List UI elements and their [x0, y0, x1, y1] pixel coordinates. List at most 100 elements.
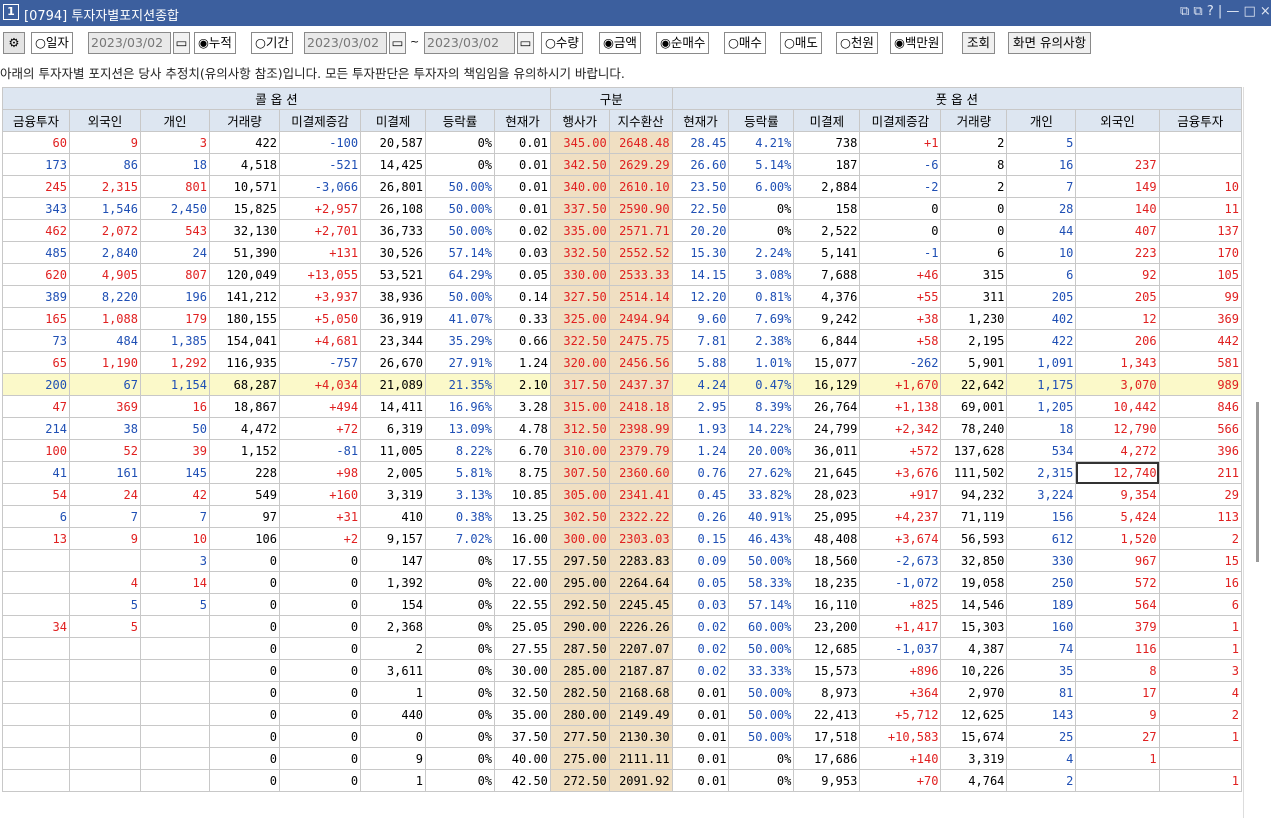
- column-header[interactable]: 금융투자: [2, 109, 70, 132]
- radio-million-won[interactable]: ◉백만원: [890, 32, 944, 54]
- window-controls[interactable]: ⧉ ⧉ ? | — □ ×: [1180, 4, 1271, 19]
- radio-cumulative[interactable]: ◉누적: [194, 32, 236, 54]
- column-header[interactable]: 미결제: [793, 109, 861, 132]
- table-row[interactable]: 6 7 7 97 +31 410 0.38% 13.25 302.50 2322.22 0.26 40…: [2, 505, 1242, 528]
- table-cell: +1,417: [859, 615, 942, 638]
- table-row[interactable]: 0 0 3,611 0% 30.00 285.00 2187.87 0.02 33.33% 15,…: [2, 659, 1242, 682]
- table-row[interactable]: 343 1,546 2,450 15,825 +2,957 26,108 50.00% 0.0…: [2, 197, 1242, 220]
- table-row[interactable]: 65 1,190 1,292 116,935 -757 26,670 27.91% 1.24 3…: [2, 351, 1242, 374]
- table-cell: 0: [278, 593, 362, 616]
- radio-amount[interactable]: ◉금액: [599, 32, 641, 54]
- table-row[interactable]: 100 52 39 1,152 -81 11,005 8.22% 6.70 310.00 2379…: [2, 439, 1242, 462]
- table-cell: 161: [68, 461, 141, 484]
- radio-net-buy[interactable]: ◉순매수: [656, 32, 710, 54]
- table-row[interactable]: 0 0 0 0% 37.50 277.50 2130.30 0.01 50.00% 17,518 +…: [2, 725, 1242, 748]
- table-cell: +55: [859, 285, 942, 308]
- table-row[interactable]: 54 24 42 549 +160 3,319 3.13% 10.85 305.00 2341.4…: [2, 483, 1242, 506]
- table-row[interactable]: 0 0 1 0% 32.50 282.50 2168.68 0.01 50.00% 8,973 +3…: [2, 681, 1242, 704]
- table-row[interactable]: 47 369 16 18,867 +494 14,411 16.96% 3.28 315.00 2…: [2, 395, 1242, 418]
- calendar-icon[interactable]: ▭: [517, 32, 534, 54]
- table-cell: 8: [1075, 659, 1160, 682]
- column-header[interactable]: 거래량: [208, 109, 280, 132]
- table-row[interactable]: 4 14 0 0 1,392 0% 22.00 295.00 2264.64 0.05 58.33%…: [2, 571, 1242, 594]
- radio-quantity[interactable]: ○수량: [541, 32, 583, 54]
- table-cell: 20,587: [360, 131, 427, 154]
- table-cell: 285.00: [549, 659, 610, 682]
- table-cell: 160: [1006, 615, 1077, 638]
- table-cell: 4,518: [208, 153, 280, 176]
- column-header[interactable]: 개인: [139, 109, 210, 132]
- table-row[interactable]: 485 2,840 24 51,390 +131 30,526 57.14% 0.03 332.…: [2, 241, 1242, 264]
- table-cell: 0%: [728, 769, 795, 792]
- column-header[interactable]: 등락률: [728, 109, 795, 132]
- scrollbar-thumb[interactable]: [1256, 402, 1259, 562]
- screen-notice-button[interactable]: 화면 유의사항: [1008, 32, 1091, 54]
- table-row[interactable]: 73 484 1,385 154,041 +4,681 23,344 35.29% 0.66 3…: [2, 329, 1242, 352]
- table-cell: 35.29%: [425, 329, 496, 352]
- table-cell: 0.03: [671, 593, 730, 616]
- table-cell: 16: [139, 395, 210, 418]
- table-row[interactable]: 60 9 3 422 -100 20,587 0% 0.01 345.00 2648.48 28.4…: [2, 131, 1242, 154]
- table-cell: 12,685: [793, 637, 861, 660]
- radio-buy[interactable]: ○매수: [724, 32, 766, 54]
- column-header[interactable]: 등락률: [425, 109, 496, 132]
- column-header[interactable]: 거래량: [940, 109, 1008, 132]
- column-header[interactable]: 외국인: [68, 109, 141, 132]
- table-cell: 6,844: [793, 329, 861, 352]
- table-row[interactable]: 165 1,088 179 180,155 +5,050 36,919 41.07% 0.33…: [2, 307, 1242, 330]
- radio-period[interactable]: ○기간: [251, 32, 293, 54]
- column-header[interactable]: 개인: [1006, 109, 1077, 132]
- date-single-input[interactable]: 2023/03/02: [88, 32, 171, 54]
- radio-sell[interactable]: ○매도: [780, 32, 822, 54]
- position-grid: 콜 옵 션 구분 풋 옵 션 금융투자 외국인 개인 거래량 미결제증감 미결제 등락률 현재…: [2, 87, 1242, 818]
- table-cell: 4,905: [68, 263, 141, 286]
- radio-date-single[interactable]: ○일자: [31, 32, 73, 54]
- date-from-input[interactable]: 2023/03/02: [304, 32, 387, 54]
- table-cell: 187: [793, 153, 861, 176]
- table-cell: 0: [278, 615, 362, 638]
- table-row[interactable]: 173 86 18 4,518 -521 14,425 0% 0.01 342.50 2629.2…: [2, 153, 1242, 176]
- radio-thousand-won[interactable]: ○천원: [836, 32, 878, 54]
- table-row[interactable]: 3 0 0 147 0% 17.55 297.50 2283.83 0.09 50.00% 18,5…: [2, 549, 1242, 572]
- calendar-icon[interactable]: ▭: [389, 32, 406, 54]
- table-row[interactable]: 214 38 50 4,472 +72 6,319 13.09% 4.78 312.50 2398…: [2, 417, 1242, 440]
- column-header[interactable]: 현재가: [494, 109, 551, 132]
- column-header[interactable]: 미결제: [360, 109, 427, 132]
- vertical-scrollbar[interactable]: [1243, 87, 1271, 818]
- table-row[interactable]: 5 5 0 0 154 0% 22.55 292.50 2245.45 0.03 57.14% 16,…: [2, 593, 1242, 616]
- table-cell: +3,674: [859, 527, 942, 550]
- table-row[interactable]: 41 161 145 228 +98 2,005 5.81% 8.75 307.50 2360.6…: [2, 461, 1242, 484]
- column-header[interactable]: 외국인: [1075, 109, 1160, 132]
- table-cell: 15.30: [671, 241, 730, 264]
- column-header[interactable]: 지수환산: [608, 109, 673, 132]
- table-row[interactable]: 620 4,905 807 120,049 +13,055 53,521 64.29% 0.0…: [2, 263, 1242, 286]
- column-header[interactable]: 미결제증감: [278, 109, 362, 132]
- gear-icon[interactable]: ⚙: [3, 32, 25, 54]
- calendar-icon[interactable]: ▭: [173, 32, 190, 54]
- title-bar: 1 [0794] 투자자별포지션종합 ⧉ ⧉ ? | — □ ×: [0, 0, 1271, 26]
- table-row[interactable]: 462 2,072 543 32,130 +2,701 36,733 50.00% 0.02 3…: [2, 219, 1242, 242]
- column-header[interactable]: 행사가: [549, 109, 610, 132]
- table-row[interactable]: 389 8,220 196 141,212 +3,937 38,936 50.00% 0.14…: [2, 285, 1242, 308]
- table-cell: 50.00%: [728, 725, 795, 748]
- column-header[interactable]: 현재가: [671, 109, 730, 132]
- table-cell: 4,472: [208, 417, 280, 440]
- table-row[interactable]: 0 0 9 0% 40.00 275.00 2111.11 0.01 0% 17,686 +140 3…: [2, 747, 1242, 770]
- table-cell: 1.24: [494, 351, 551, 374]
- table-row[interactable]: 0 0 440 0% 35.00 280.00 2149.49 0.01 50.00% 22,41…: [2, 703, 1242, 726]
- table-cell: 272.50: [549, 769, 610, 792]
- table-row[interactable]: 0 0 2 0% 27.55 287.50 2207.07 0.02 50.00% 12,685-…: [2, 637, 1242, 660]
- table-row[interactable]: 200 67 1,154 68,287 +4,034 21,089 21.35% 2.10 31…: [2, 373, 1242, 396]
- date-to-input[interactable]: 2023/03/02: [424, 32, 515, 54]
- table-cell: 325.00: [549, 307, 610, 330]
- table-cell: 50.00%: [425, 175, 496, 198]
- table-row[interactable]: 34 5 0 0 2,368 0% 25.05 290.00 2226.26 0.02 60.00%…: [2, 615, 1242, 638]
- table-cell: +1,670: [859, 373, 942, 396]
- column-header[interactable]: 미결제증감: [859, 109, 942, 132]
- table-row[interactable]: 245 2,315 801 10,571 -3,066 26,801 50.00% 0.01 3…: [2, 175, 1242, 198]
- table-cell: 20.00%: [728, 439, 795, 462]
- table-row[interactable]: 0 0 1 0% 42.50 272.50 2091.92 0.01 0% 9,953 +70 4,7…: [2, 769, 1242, 792]
- table-row[interactable]: 13 9 10 106 +2 9,157 7.02% 16.00 300.00 2303.03 0.…: [2, 527, 1242, 550]
- column-header[interactable]: 금융투자: [1158, 109, 1242, 132]
- query-button[interactable]: 조회: [962, 32, 996, 54]
